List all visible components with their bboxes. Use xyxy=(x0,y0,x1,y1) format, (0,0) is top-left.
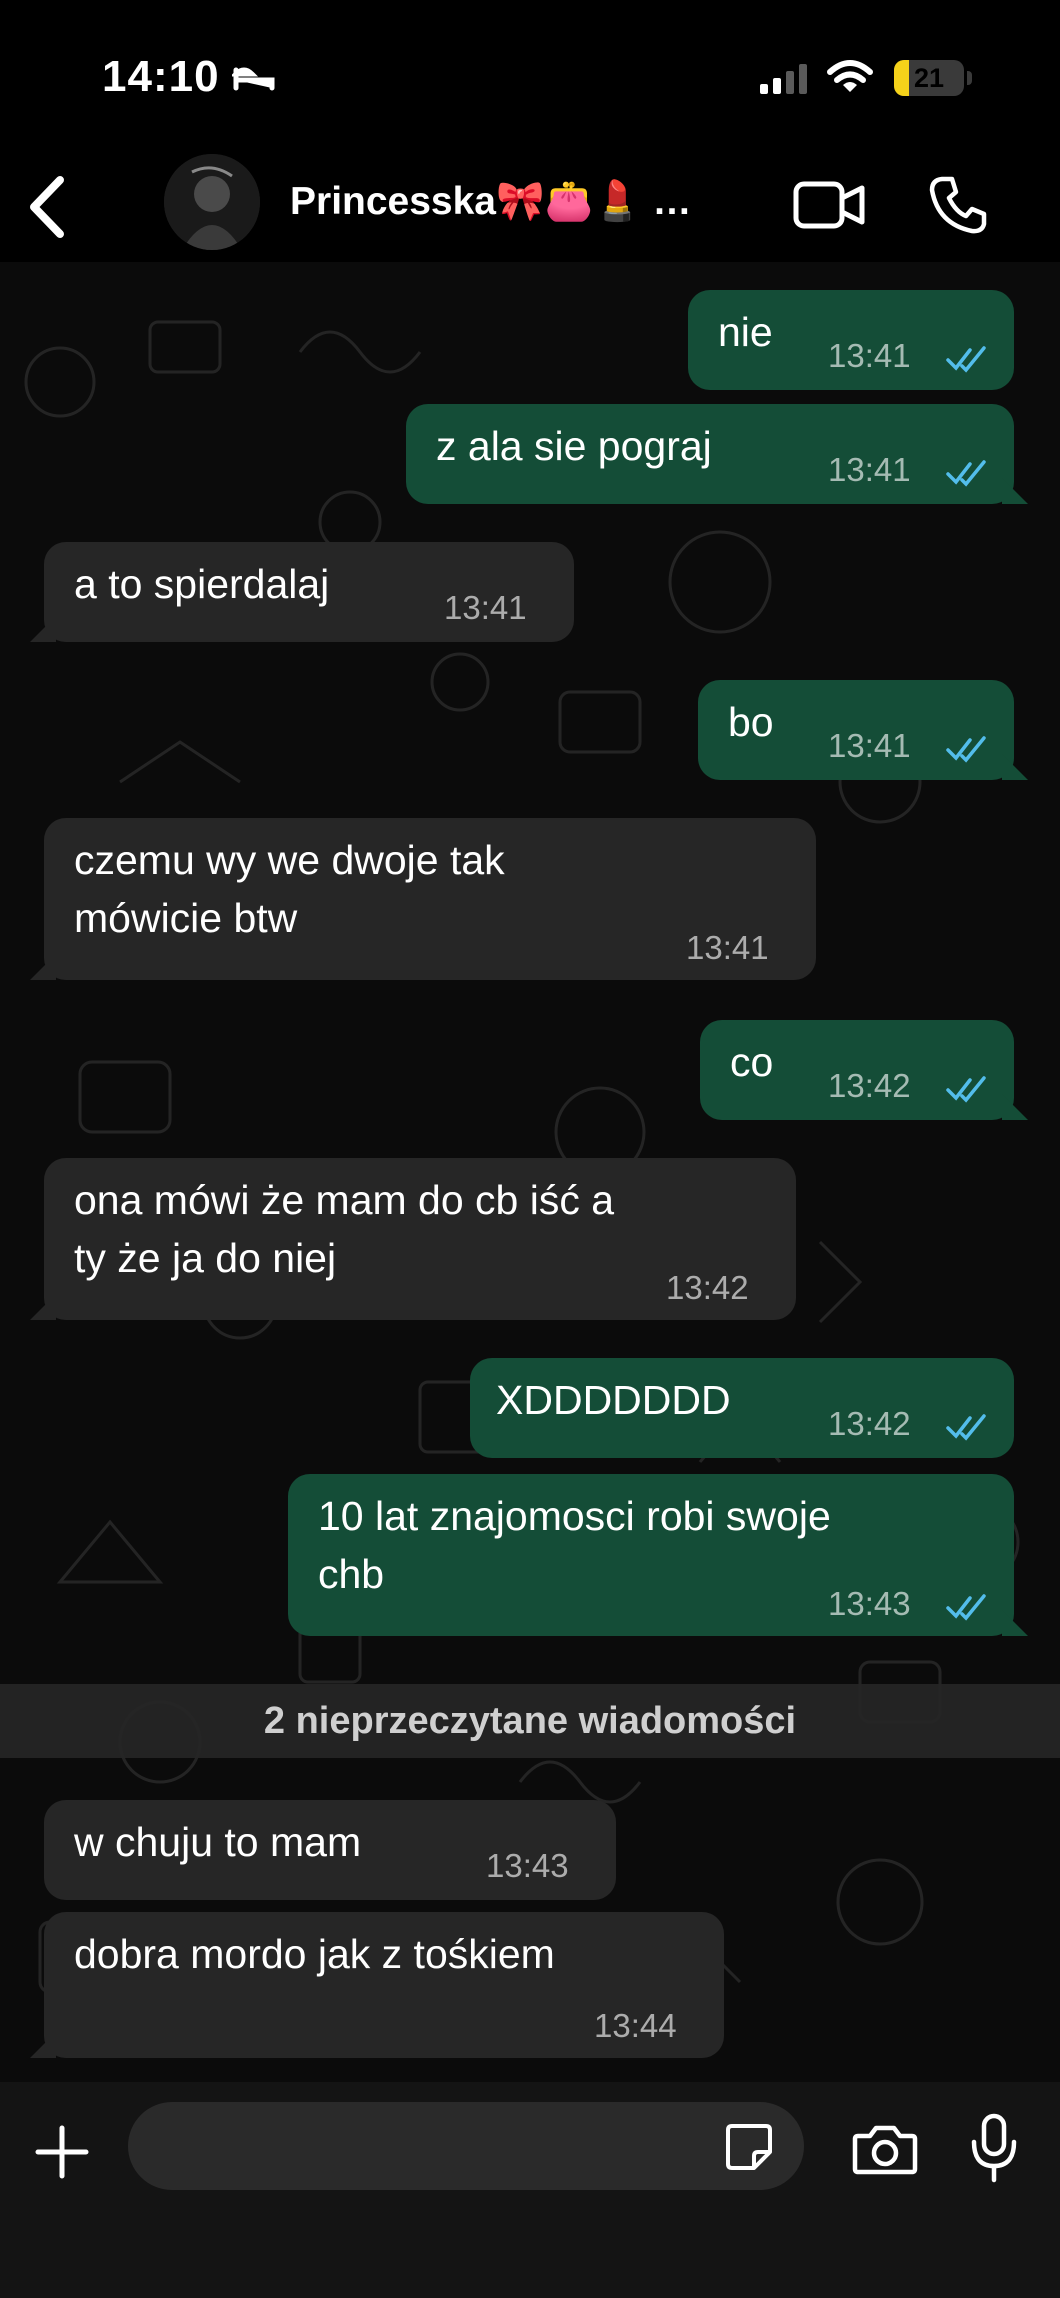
battery-indicator: 21 xyxy=(894,60,964,96)
phone-icon xyxy=(929,176,987,234)
message-time: 13:41 xyxy=(828,451,911,488)
read-ticks-icon xyxy=(946,1414,986,1441)
chat-header: Princesska🎀👛💄 … xyxy=(0,150,1060,262)
message-time: 13:41 xyxy=(828,337,911,374)
message-time: 13:41 xyxy=(686,929,769,966)
contact-avatar[interactable] xyxy=(164,154,260,250)
message-text: z ala sie pograj xyxy=(436,423,712,469)
chevron-left-icon xyxy=(30,176,64,238)
message-time: 13:43 xyxy=(486,1847,569,1884)
battery-cap xyxy=(967,71,972,85)
message-input[interactable] xyxy=(128,2102,804,2190)
message-bubble-outgoing[interactable]: z ala sie pograj 13:41 xyxy=(406,404,1014,504)
bubble-tail xyxy=(30,616,56,642)
message-bubble-incoming[interactable]: czemu wy we dwoje tak mówicie btw 13:41 xyxy=(44,818,816,980)
video-call-button[interactable] xyxy=(792,180,866,235)
sticker-button[interactable] xyxy=(724,2122,774,2177)
message-time: 13:42 xyxy=(666,1269,749,1306)
unread-messages-banner: 2 nieprzeczytane wiadomości xyxy=(0,1684,1060,1758)
message-text: XDDDDDDD xyxy=(496,1377,731,1423)
cellular-signal-icon xyxy=(760,62,812,99)
message-bubble-incoming[interactable]: w chuju to mam 13:43 xyxy=(44,1800,616,1900)
message-text: bo xyxy=(728,699,774,745)
bubble-tail xyxy=(1002,478,1028,504)
bubble-tail xyxy=(30,2032,56,2058)
bubble-tail xyxy=(1002,754,1028,780)
read-ticks-icon xyxy=(946,346,986,373)
contact-name[interactable]: Princesska🎀👛💄 … xyxy=(290,178,692,224)
message-bubble-outgoing[interactable]: co 13:42 xyxy=(700,1020,1014,1120)
message-bubble-incoming[interactable]: dobra mordo jak z tośkiem 13:44 xyxy=(44,1912,724,2058)
read-ticks-icon xyxy=(946,1076,986,1103)
message-text: nie xyxy=(718,309,773,355)
microphone-icon xyxy=(971,2113,1017,2183)
back-button[interactable] xyxy=(22,172,72,242)
message-bubble-outgoing[interactable]: 10 lat znajomosci robi swoje chb 13:43 xyxy=(288,1474,1014,1636)
message-bubble-outgoing[interactable]: nie 13:41 xyxy=(688,290,1014,390)
bubble-tail xyxy=(30,954,56,980)
message-text: co xyxy=(730,1039,774,1085)
message-time: 13:41 xyxy=(828,727,911,764)
video-camera-icon xyxy=(793,181,865,229)
message-text: a to spierdalaj xyxy=(74,561,330,607)
message-bubble-outgoing[interactable]: XDDDDDDD 13:42 xyxy=(470,1358,1014,1458)
message-text: mówicie btw xyxy=(74,895,298,941)
message-time: 13:42 xyxy=(828,1067,911,1104)
message-bubble-outgoing[interactable]: bo 13:41 xyxy=(698,680,1014,780)
message-text: 10 lat znajomosci robi swoje xyxy=(318,1493,831,1539)
message-time: 13:43 xyxy=(828,1585,911,1622)
message-text: w chuju to mam xyxy=(74,1819,362,1865)
battery-percent: 21 xyxy=(913,63,945,93)
camera-button[interactable] xyxy=(852,2124,918,2181)
sticker-icon xyxy=(726,2124,772,2170)
read-ticks-icon xyxy=(946,736,986,763)
message-text: chb xyxy=(318,1551,385,1597)
plus-icon xyxy=(35,2125,89,2179)
status-bar: 14:10 21 xyxy=(0,0,1060,150)
message-time: 13:41 xyxy=(444,589,527,626)
message-bubble-incoming[interactable]: ona mówi że mam do cb iść a ty że ja do … xyxy=(44,1158,796,1320)
message-text: ty że ja do niej xyxy=(74,1235,337,1281)
message-text: ona mówi że mam do cb iść a xyxy=(74,1177,615,1223)
message-bubble-incoming[interactable]: a to spierdalaj 13:41 xyxy=(44,542,574,642)
chat-screen: 14:10 21 Princesska🎀👛💄 … nie 13:41 z ala… xyxy=(0,0,1060,2298)
message-text: dobra mordo jak z tośkiem xyxy=(74,1931,555,1977)
bubble-tail xyxy=(1002,1094,1028,1120)
microphone-button[interactable] xyxy=(970,2112,1018,2189)
read-ticks-icon xyxy=(946,460,986,487)
attach-button[interactable] xyxy=(32,2122,92,2187)
bubble-tail xyxy=(30,1294,56,1320)
message-time: 13:44 xyxy=(594,2007,677,2044)
status-time: 14:10 xyxy=(102,52,220,101)
wifi-icon xyxy=(826,58,874,101)
message-text: czemu wy we dwoje tak xyxy=(74,837,505,883)
voice-call-button[interactable] xyxy=(928,174,988,241)
message-input-bar xyxy=(0,2082,1060,2298)
camera-icon xyxy=(852,2125,918,2175)
read-ticks-icon xyxy=(946,1594,986,1621)
sleep-bed-icon xyxy=(229,60,276,97)
bubble-tail xyxy=(1002,1610,1028,1636)
unread-messages-text: 2 nieprzeczytane wiadomości xyxy=(263,1700,797,1742)
message-time: 13:42 xyxy=(828,1405,911,1442)
